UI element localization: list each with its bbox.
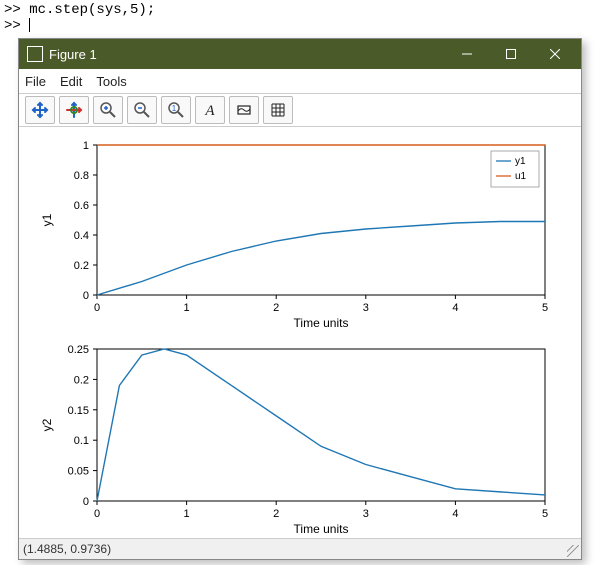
autoscale-button[interactable] xyxy=(229,96,259,124)
toolbar: 1 A xyxy=(19,94,581,127)
xtick-label: 3 xyxy=(363,302,369,314)
resize-grip[interactable] xyxy=(567,545,579,557)
ytick-label: 0.2 xyxy=(74,374,89,386)
ylabel: y2 xyxy=(40,418,54,431)
xtick-label: 4 xyxy=(452,508,458,520)
ytick-label: 0.4 xyxy=(74,230,89,242)
xlabel: Time units xyxy=(294,522,349,536)
plot-area[interactable]: 0 1 2 3 4 5 0 0.2 0.4 0.6 0.8 1 Time units y1 y1 u1 0 1 2 3… xyxy=(19,127,581,538)
xtick-label: 5 xyxy=(542,302,548,314)
console-line: >> mc.step(sys,5); xyxy=(4,2,595,18)
menu-file[interactable]: File xyxy=(25,74,46,89)
xtick-label: 1 xyxy=(184,302,190,314)
zoom-out-button[interactable] xyxy=(127,96,157,124)
xtick-label: 1 xyxy=(184,508,190,520)
legend-label: y1 xyxy=(515,156,526,167)
svg-text:1: 1 xyxy=(172,104,177,113)
titlebar[interactable]: Figure 1 xyxy=(19,39,581,69)
cursor-coords: (1.4885, 0.9736) xyxy=(23,542,111,556)
xtick-label: 3 xyxy=(363,508,369,520)
console-line: >> xyxy=(4,18,595,34)
xlabel: Time units xyxy=(294,316,349,330)
zoom-in-button[interactable] xyxy=(93,96,123,124)
legend-label: u1 xyxy=(515,171,527,182)
window-title: Figure 1 xyxy=(49,47,445,62)
minimize-button[interactable] xyxy=(445,40,489,68)
xtick-label: 0 xyxy=(94,302,100,314)
ytick-label: 0.05 xyxy=(68,466,89,478)
text-cursor xyxy=(29,18,30,32)
rotate-button[interactable] xyxy=(59,96,89,124)
figure-window: Figure 1 File Edit Tools xyxy=(18,38,582,560)
menu-edit[interactable]: Edit xyxy=(60,74,82,89)
ytick-label: 0 xyxy=(83,496,89,508)
menubar: File Edit Tools xyxy=(19,69,581,94)
text-tool-button[interactable]: A xyxy=(195,96,225,124)
ytick-label: 0.8 xyxy=(74,170,89,182)
xtick-label: 2 xyxy=(273,508,279,520)
pan-button[interactable] xyxy=(25,96,55,124)
ytick-label: 0.6 xyxy=(74,200,89,212)
app-icon xyxy=(27,46,43,62)
ytick-label: 1 xyxy=(83,140,89,152)
data-line xyxy=(97,349,545,501)
menu-tools[interactable]: Tools xyxy=(96,74,126,89)
svg-text:A: A xyxy=(204,103,215,119)
xtick-label: 4 xyxy=(452,302,458,314)
console[interactable]: >> mc.step(sys,5); >> xyxy=(0,0,599,36)
ytick-label: 0.25 xyxy=(68,344,89,356)
grid-button[interactable] xyxy=(263,96,293,124)
xtick-label: 5 xyxy=(542,508,548,520)
statusbar: (1.4885, 0.9736) xyxy=(19,538,581,559)
ytick-label: 0.15 xyxy=(68,405,89,417)
xtick-label: 0 xyxy=(94,508,100,520)
zoom-original-button[interactable]: 1 xyxy=(161,96,191,124)
axes-box xyxy=(97,145,545,295)
axes-box xyxy=(97,349,545,501)
close-button[interactable] xyxy=(533,40,577,68)
ylabel: y1 xyxy=(40,213,54,226)
ytick-label: 0.2 xyxy=(74,260,89,272)
ytick-label: 0.1 xyxy=(74,435,89,447)
data-line xyxy=(97,222,545,296)
xtick-label: 2 xyxy=(273,302,279,314)
maximize-button[interactable] xyxy=(489,40,533,68)
ytick-label: 0 xyxy=(83,290,89,302)
